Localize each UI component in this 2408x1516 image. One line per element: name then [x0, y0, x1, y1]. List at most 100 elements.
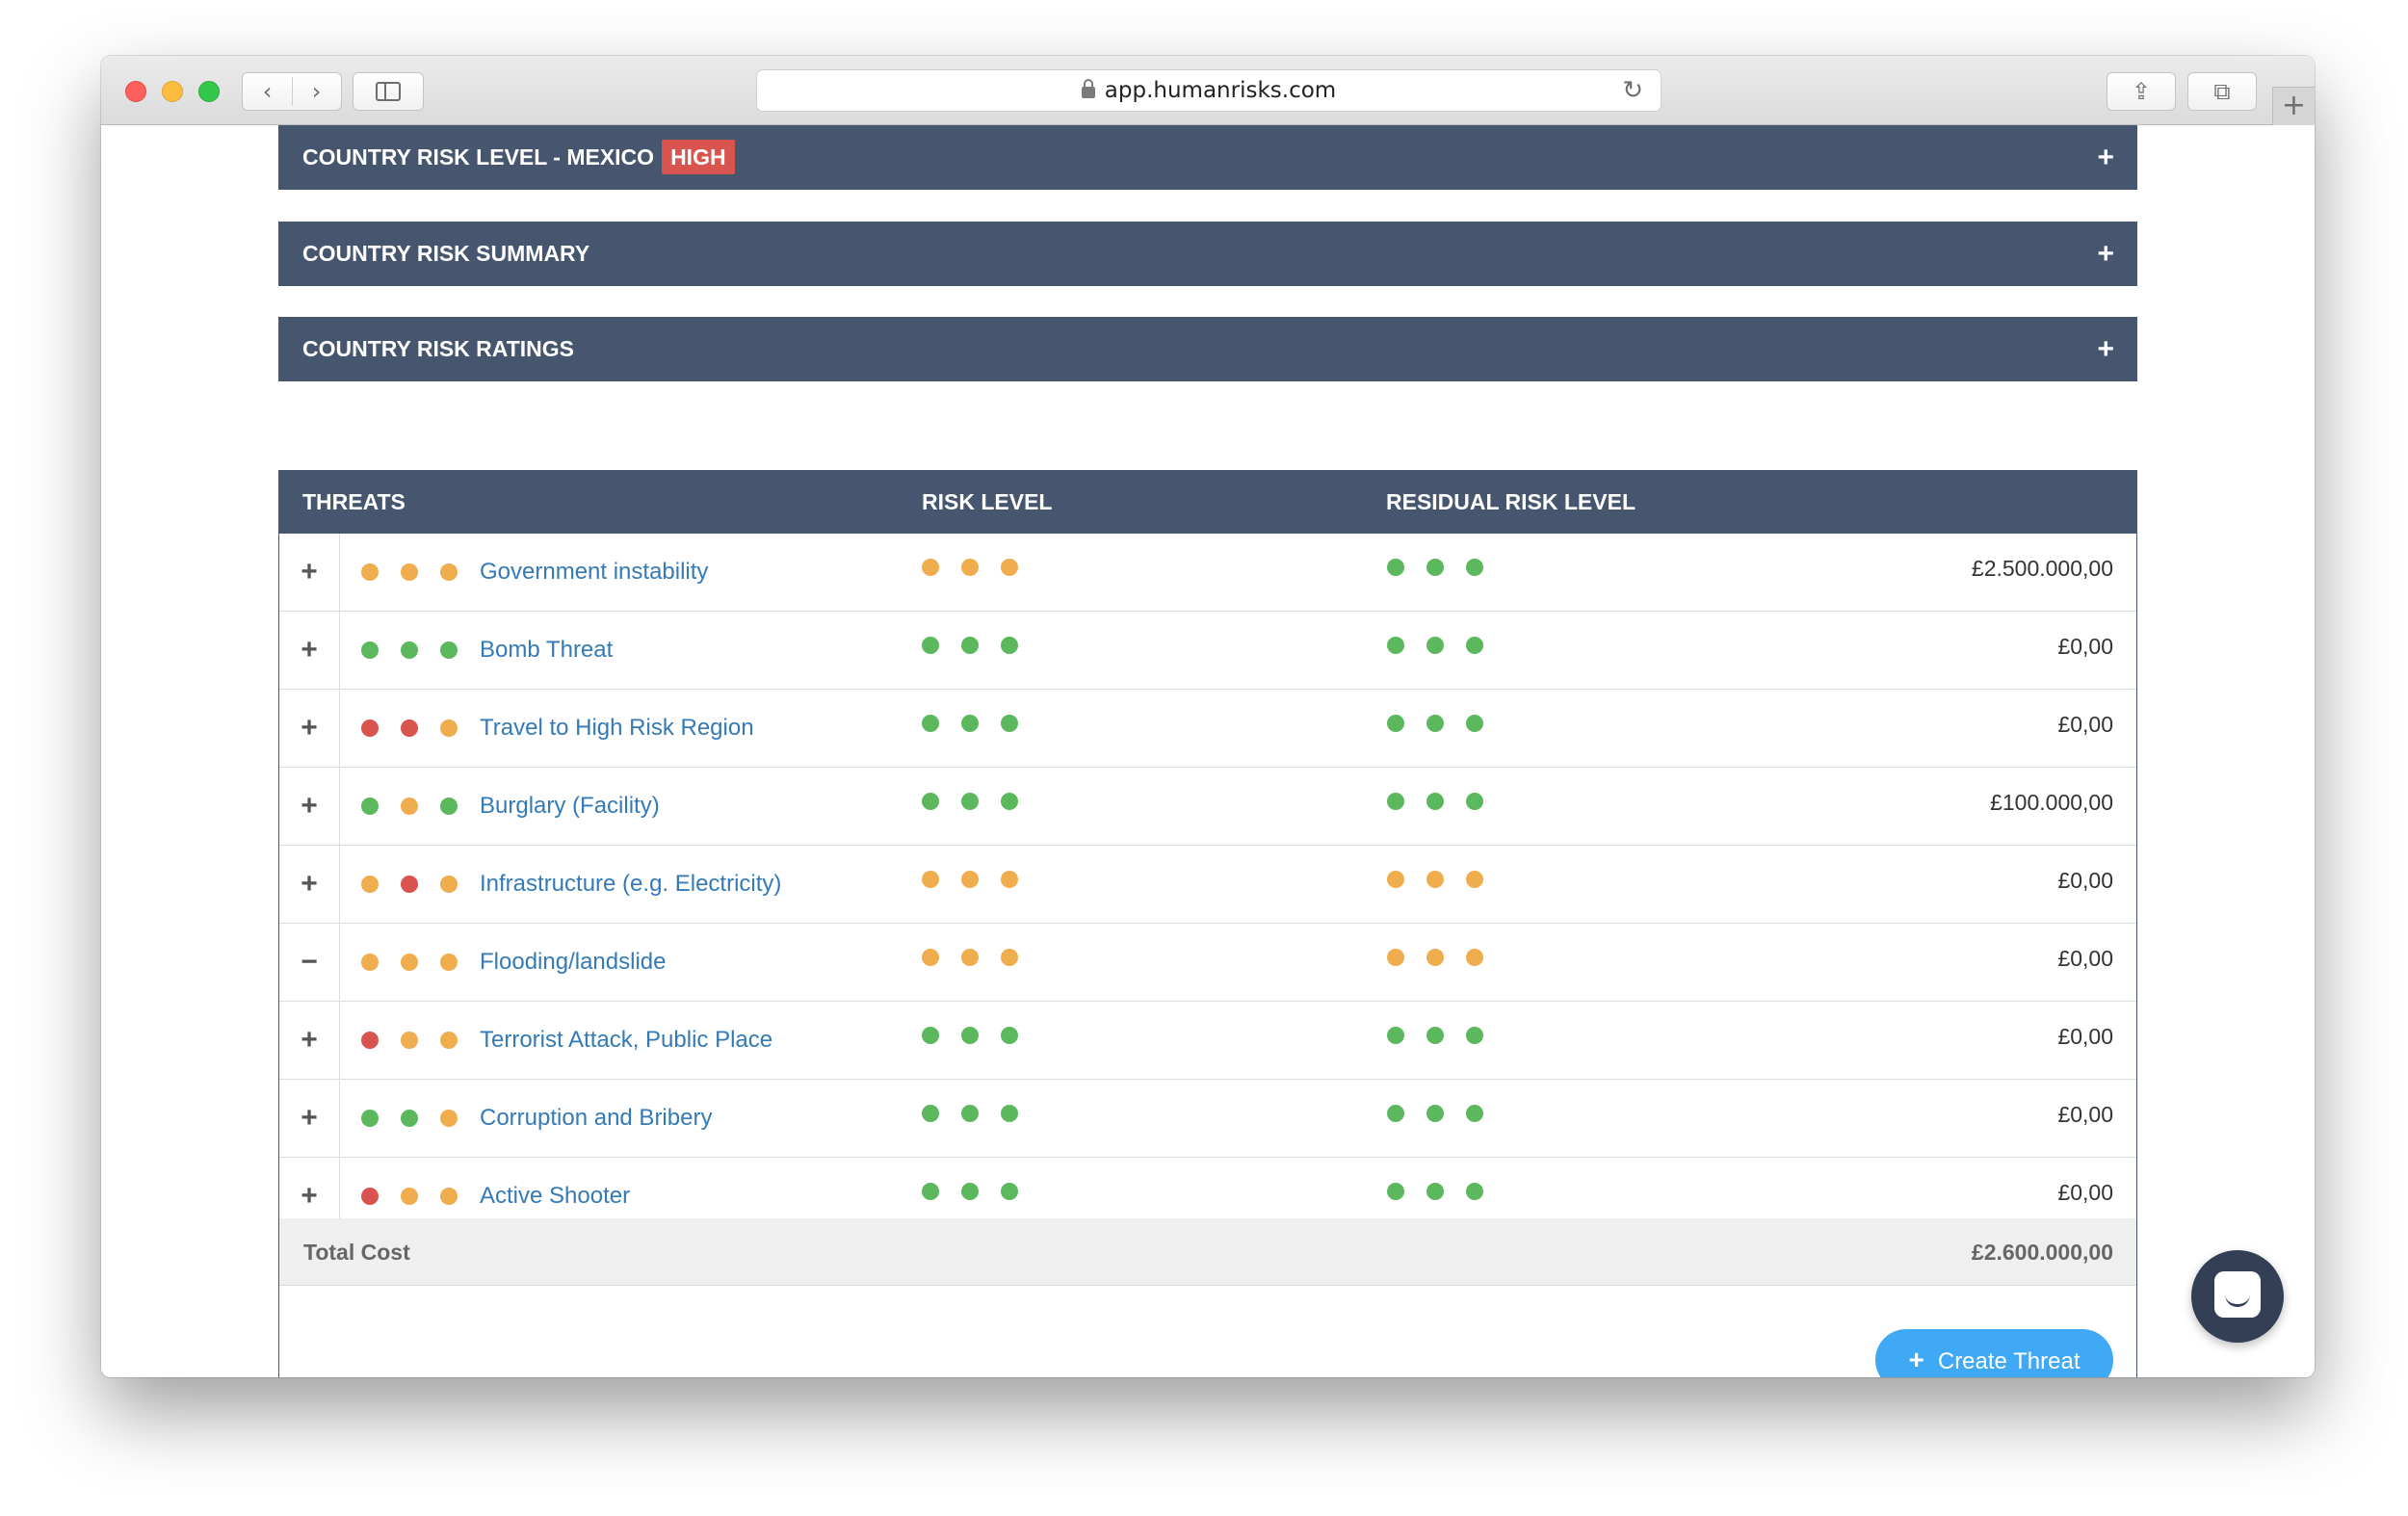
risk-indicator-dot: [1387, 1105, 1404, 1122]
risk-indicator-dot: [401, 719, 418, 737]
risk-indicator-dot: [1426, 949, 1444, 966]
risk-indicator-dot: [1466, 949, 1483, 966]
threat-name-link[interactable]: Burglary (Facility): [480, 768, 660, 845]
risk-indicator-dot: [961, 1027, 979, 1044]
maximize-window-button[interactable]: [198, 81, 220, 102]
risk-indicator-dot: [1466, 715, 1483, 732]
share-icon: ⇪: [2131, 78, 2152, 105]
risk-indicator-dot: [361, 1032, 379, 1049]
risk-indicator-dot: [1426, 1183, 1444, 1200]
risk-indicator-dot: [922, 559, 939, 576]
risk-indicator-dot: [1426, 871, 1444, 888]
threat-name-link[interactable]: Terrorist Attack, Public Place: [480, 1002, 772, 1079]
risk-indicator-dot: [961, 871, 979, 888]
risk-indicator-dot: [922, 1027, 939, 1044]
threat-cost: £0,00: [2057, 634, 2113, 659]
address-bar[interactable]: app.humanrisks.com ↻: [756, 69, 1662, 112]
risk-indicator-dot: [440, 797, 458, 815]
expand-row-icon[interactable]: +: [279, 534, 340, 611]
new-tab-button[interactable]: +: [2272, 87, 2315, 125]
risk-indicator-dot: [922, 871, 939, 888]
panel-country-risk-level[interactable]: COUNTRY RISK LEVEL - MEXICO HIGH +: [278, 125, 2137, 190]
reload-icon[interactable]: ↻: [1622, 70, 1643, 111]
risk-indicator-dot: [922, 1183, 939, 1200]
sidebar-toggle-button[interactable]: [353, 72, 424, 111]
risk-indicator-dot: [1466, 1183, 1483, 1200]
risk-indicator-dot: [1387, 949, 1404, 966]
panel-title: COUNTRY RISK RATINGS: [302, 336, 574, 361]
table-row: + Travel to High Risk Region £0,00: [279, 690, 2136, 768]
threat-name-link[interactable]: Infrastructure (e.g. Electricity): [480, 846, 781, 923]
risk-indicator-dot: [1466, 1105, 1483, 1122]
risk-indicator-dot: [361, 641, 379, 659]
threat-name-link[interactable]: Travel to High Risk Region: [480, 690, 754, 767]
panel-title: COUNTRY RISK SUMMARY: [302, 241, 590, 266]
sidebar-icon: [376, 82, 401, 101]
risk-indicator-dot: [1426, 559, 1444, 576]
risk-indicator-dot: [401, 1188, 418, 1205]
threat-name-link[interactable]: Corruption and Bribery: [480, 1080, 712, 1157]
risk-indicator-dot: [440, 1188, 458, 1205]
collapse-row-icon[interactable]: −: [279, 924, 340, 1001]
back-icon[interactable]: ‹: [243, 73, 292, 110]
forward-icon[interactable]: ›: [292, 73, 341, 110]
risk-indicator-dot: [1001, 871, 1018, 888]
threat-cost: £0,00: [2057, 868, 2113, 893]
plus-icon: +: [2281, 89, 2307, 122]
total-cost-label: Total Cost: [303, 1240, 410, 1265]
create-threat-button[interactable]: + Create Threat: [1875, 1329, 2113, 1377]
risk-indicator-dot: [440, 641, 458, 659]
expand-row-icon[interactable]: +: [279, 768, 340, 845]
threat-name-link[interactable]: Bomb Threat: [480, 612, 613, 689]
risk-indicator-dot: [922, 1105, 939, 1122]
expand-row-icon[interactable]: +: [279, 1002, 340, 1079]
close-window-button[interactable]: [125, 81, 146, 102]
threat-name-link[interactable]: Government instability: [480, 534, 708, 611]
risk-indicator-dot: [922, 637, 939, 654]
chat-launcher-button[interactable]: [2191, 1250, 2284, 1343]
table-row: + Terrorist Attack, Public Place £0,00: [279, 1002, 2136, 1080]
expand-row-icon[interactable]: +: [279, 846, 340, 923]
risk-indicator-dot: [1387, 1183, 1404, 1200]
risk-indicator-dot: [1387, 637, 1404, 654]
risk-indicator-dot: [361, 1188, 379, 1205]
threat-cost: £0,00: [2057, 1180, 2113, 1205]
risk-indicator-dot: [401, 876, 418, 893]
panel-country-risk-ratings[interactable]: COUNTRY RISK RATINGS +: [278, 317, 2137, 381]
expand-row-icon[interactable]: +: [279, 690, 340, 767]
risk-indicator-dot: [361, 797, 379, 815]
expand-icon[interactable]: +: [2097, 125, 2114, 190]
risk-indicator-dot: [1387, 715, 1404, 732]
risk-indicator-dot: [922, 949, 939, 966]
panel-country-risk-summary[interactable]: COUNTRY RISK SUMMARY +: [278, 222, 2137, 286]
risk-indicator-dot: [401, 641, 418, 659]
total-cost-value: £2.600.000,00: [1971, 1240, 2113, 1265]
expand-row-icon[interactable]: +: [279, 1080, 340, 1157]
minimize-window-button[interactable]: [162, 81, 183, 102]
table-row: + Infrastructure (e.g. Electricity) £0,00: [279, 846, 2136, 924]
threat-name-link[interactable]: Flooding/landslide: [480, 924, 666, 1001]
risk-indicator-dot: [1426, 1027, 1444, 1044]
share-button[interactable]: ⇪: [2107, 72, 2176, 111]
risk-indicator-dot: [361, 954, 379, 971]
risk-indicator-dot: [1001, 1027, 1018, 1044]
total-cost-row: Total Cost £2.600.000,00: [279, 1218, 2136, 1286]
threats-table: THREATS RISK LEVEL RESIDUAL RISK LEVEL +…: [278, 470, 2137, 1377]
risk-indicator-dot: [401, 1110, 418, 1127]
risk-indicator-dot: [1001, 793, 1018, 810]
table-row: + Burglary (Facility) £100.000,00: [279, 768, 2136, 846]
expand-row-icon[interactable]: +: [279, 612, 340, 689]
risk-indicator-dot: [401, 563, 418, 581]
risk-indicator-dot: [440, 876, 458, 893]
risk-indicator-dot: [1426, 793, 1444, 810]
risk-indicator-dot: [440, 1032, 458, 1049]
risk-level-badge: HIGH: [662, 140, 735, 174]
expand-icon[interactable]: +: [2097, 222, 2114, 286]
expand-icon[interactable]: +: [2097, 317, 2114, 381]
table-row: − Flooding/landslide £0,00: [279, 924, 2136, 1002]
show-tabs-button[interactable]: ⧉: [2187, 72, 2257, 111]
risk-indicator-dot: [961, 559, 979, 576]
risk-indicator-dot: [1001, 1183, 1018, 1200]
risk-indicator-dot: [922, 793, 939, 810]
risk-indicator-dot: [1466, 871, 1483, 888]
